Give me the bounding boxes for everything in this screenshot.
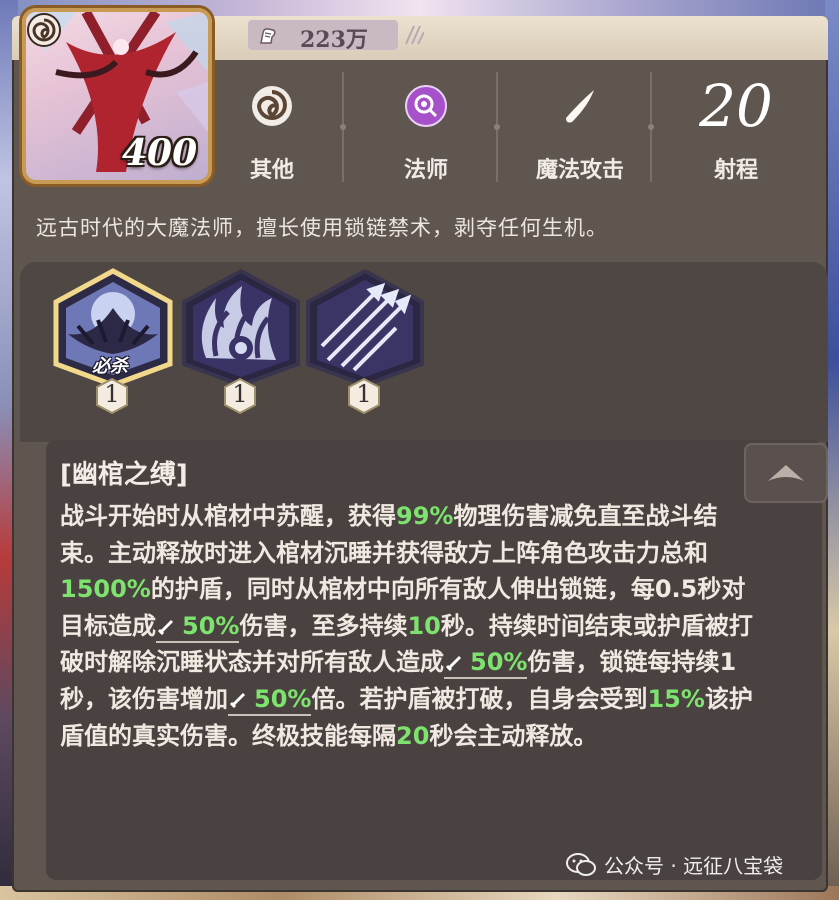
stat-attack-type-label: 魔法攻击: [535, 158, 624, 183]
desc-value: 10: [407, 611, 441, 640]
skill-level: 1: [104, 380, 120, 408]
desc-value: 15%: [647, 684, 705, 713]
stat-class[interactable]: 法师: [366, 78, 486, 188]
skill-title: [幽棺之缚]: [60, 460, 188, 490]
spiral-badge-icon: [27, 13, 61, 47]
dark-flame-icon: [182, 268, 300, 388]
sword-icon: [445, 656, 462, 672]
skill-level-badge: 1: [346, 377, 382, 415]
skill-level-badge: 1: [94, 377, 130, 415]
mage-orb-icon: [405, 85, 447, 127]
stat-attack-type[interactable]: 魔法攻击: [520, 78, 640, 188]
sword-icon: [229, 692, 246, 709]
watermark: 公众号 · 远征八宝袋: [566, 850, 783, 879]
desc-value: 50%: [182, 611, 240, 640]
hero-portrait[interactable]: 400级: [22, 8, 212, 184]
skill-slot-2[interactable]: 1: [176, 268, 306, 418]
stat-range-label: 射程: [713, 158, 758, 183]
wechat-icon: [566, 852, 596, 876]
power-display: 223万: [248, 20, 398, 53]
fist-icon: [260, 28, 276, 44]
damage-scaling[interactable]: 50%: [156, 611, 240, 643]
hero-description: 远古时代的大魔法师，擅长使用锁链禁术，剥夺任何生机。: [36, 216, 608, 240]
desc-text: 倍。若护盾被打破，自身会受到: [311, 684, 648, 713]
skill-detail-box: [幽棺之缚] 战斗开始时从棺材中苏醒，获得99%物理伤害减免直至战斗结束。主动释…: [46, 440, 822, 880]
stat-divider: [494, 72, 500, 182]
stat-faction[interactable]: 其他: [212, 78, 332, 188]
arrow-volley-icon: [306, 268, 424, 388]
skill-slot-3[interactable]: 1: [300, 268, 430, 418]
stat-range[interactable]: 20 射程: [676, 74, 796, 188]
chevron-up-icon: [768, 465, 804, 481]
skill-level: 1: [232, 380, 248, 408]
stripe-decoration-icon: [405, 25, 424, 45]
desc-value: 50%: [254, 684, 312, 713]
stat-divider: [648, 72, 654, 182]
desc-value: 20: [396, 721, 430, 750]
desc-text: 秒会主动释放。: [429, 721, 598, 750]
ultimate-tag: 必杀: [92, 356, 128, 377]
stat-faction-label: 其他: [249, 158, 294, 183]
desc-text: 战斗开始时从棺材中苏醒，获得: [60, 502, 396, 530]
spiral-icon: [252, 86, 292, 126]
damage-scaling[interactable]: 50%: [444, 648, 528, 680]
skill-slot-ultimate[interactable]: 必杀 1: [48, 268, 178, 418]
desc-text: 伤害，至多持续: [239, 611, 408, 640]
stat-divider: [340, 72, 346, 182]
watermark-text: 公众号 · 远征八宝袋: [604, 854, 784, 878]
desc-value: 99%: [396, 502, 454, 530]
stat-range-value: 20: [699, 72, 773, 140]
skill-level-badge: 1: [222, 377, 258, 415]
magic-comet-icon: [566, 90, 594, 123]
collapse-button[interactable]: [744, 443, 828, 503]
desc-value: 50%: [470, 648, 528, 677]
power-value: 223万: [300, 27, 368, 53]
stat-class-label: 法师: [403, 158, 448, 183]
damage-scaling[interactable]: 50%: [228, 684, 312, 716]
skill-description: 战斗开始时从棺材中苏醒，获得99%物理伤害减免直至战斗结束。主动释放时进入棺材沉…: [60, 498, 760, 754]
level-number: 400: [122, 132, 198, 174]
sword-icon: [157, 619, 174, 635]
hero-level: 400级: [122, 132, 208, 180]
skill-level: 1: [356, 380, 372, 408]
desc-value: 1500%: [60, 575, 151, 604]
